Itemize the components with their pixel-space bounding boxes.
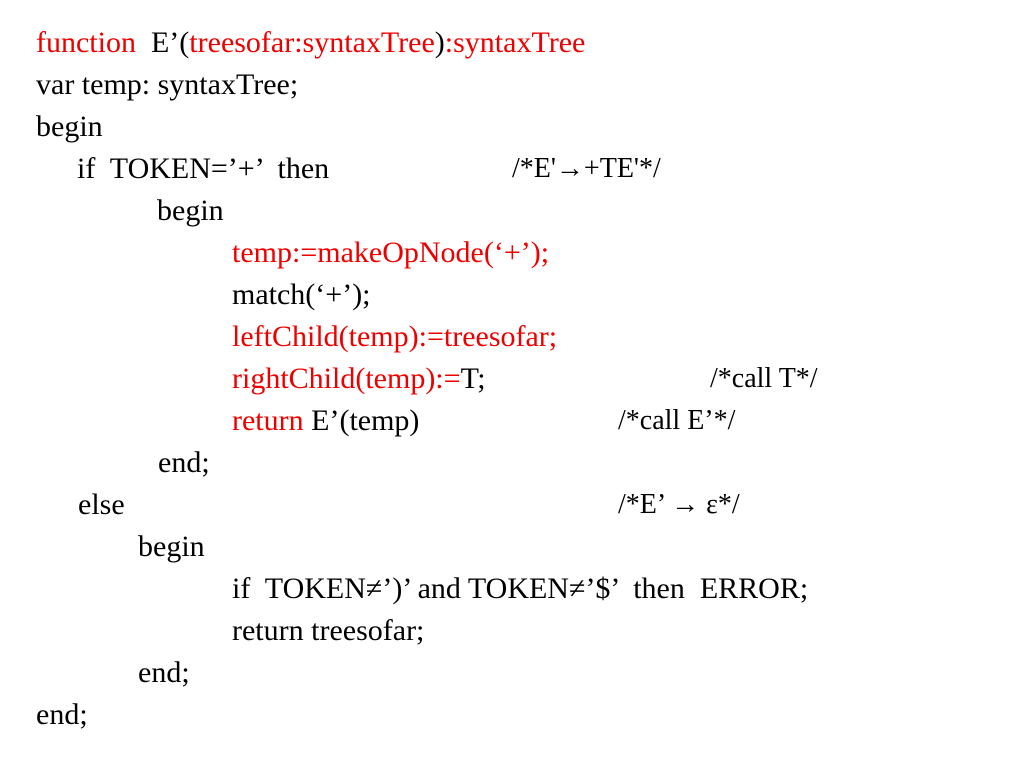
code-segment: begin <box>36 110 103 143</box>
code-segment: match(‘+’); <box>232 278 371 311</box>
code-comment: /*call E’*/ <box>618 405 736 436</box>
code-segment: E’( <box>150 26 190 59</box>
code-segment: return treesofar; <box>232 614 425 647</box>
code-segment-highlighted: treesofar:syntaxTree <box>189 26 435 59</box>
code-line: var temp: syntaxTree; <box>0 64 1029 106</box>
pseudocode-listing: function E’(treesofar:syntaxTree):syntax… <box>0 0 1029 775</box>
code-segment: end; <box>36 698 88 731</box>
code-line: end; <box>0 694 1029 736</box>
code-line: temp:=makeOpNode(‘+’); <box>0 232 1029 274</box>
code-line: return treesofar; <box>0 610 1029 652</box>
code-line: begin <box>0 106 1029 148</box>
code-line: function E’(treesofar:syntaxTree):syntax… <box>0 22 1029 64</box>
code-segment: var temp: syntaxTree; <box>36 68 299 101</box>
code-line: if TOKEN=’+’ then /*E'→+TE'*/ <box>0 148 1029 190</box>
code-comment: /*E'→+TE'*/ <box>512 153 661 184</box>
code-segment-highlighted: function <box>36 26 151 59</box>
code-line: match(‘+’); <box>0 274 1029 316</box>
code-segment: end; <box>138 656 190 689</box>
code-line: else /*E’ → ε*/ <box>0 484 1029 526</box>
code-segment: ) <box>434 26 445 59</box>
code-segment-highlighted: leftChild(temp):=treesofar; <box>232 320 558 353</box>
code-segment: if TOKEN=’+’ then <box>77 152 330 185</box>
code-segment: end; <box>158 446 210 479</box>
code-comment: /*E’ → ε*/ <box>618 489 740 520</box>
code-line: begin <box>0 526 1029 568</box>
code-line: end; <box>0 442 1029 484</box>
code-line: end; <box>0 652 1029 694</box>
code-segment: begin <box>157 194 224 227</box>
code-segment: begin <box>138 530 205 563</box>
code-segment: T; <box>460 362 486 395</box>
code-segment: E’(temp) <box>311 404 420 437</box>
code-line: return E’(temp) /*call E’*/ <box>0 400 1029 442</box>
code-line: leftChild(temp):=treesofar; <box>0 316 1029 358</box>
code-segment: else <box>78 488 125 521</box>
code-line: begin <box>0 190 1029 232</box>
code-segment: if TOKEN≠’)’ and TOKEN≠’$’ then ERROR; <box>232 572 809 605</box>
code-segment-highlighted: rightChild(temp):= <box>232 362 461 395</box>
code-segment-highlighted: temp:=makeOpNode(‘+’); <box>232 236 550 269</box>
code-line: rightChild(temp):=T; /*call T*/ <box>0 358 1029 400</box>
code-segment-highlighted: :syntaxTree <box>444 26 586 59</box>
code-comment: /*call T*/ <box>710 363 818 394</box>
code-segment-highlighted: return <box>232 404 312 437</box>
code-line: if TOKEN≠’)’ and TOKEN≠’$’ then ERROR; <box>0 568 1029 610</box>
